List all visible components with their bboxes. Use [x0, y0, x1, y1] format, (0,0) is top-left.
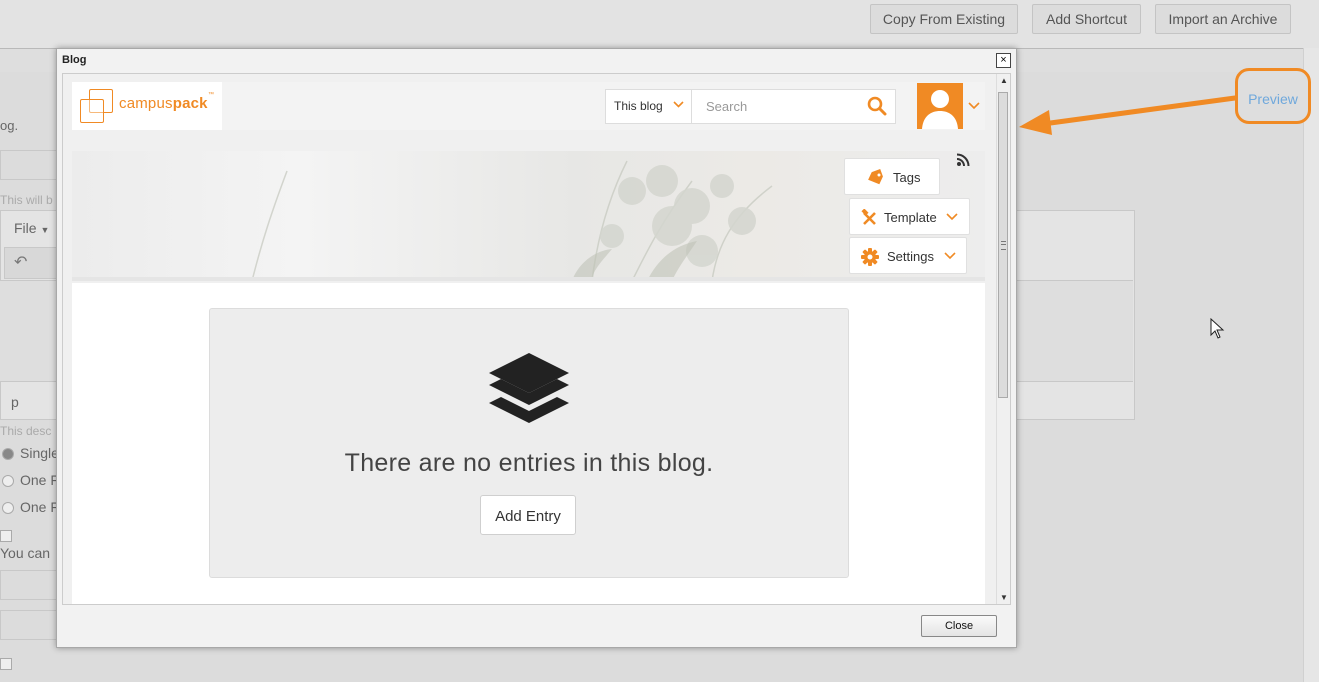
page-scrollbar[interactable] — [1303, 48, 1319, 682]
name-input[interactable] — [0, 150, 62, 180]
undo-icon[interactable]: ↶ — [14, 252, 27, 272]
file-menu[interactable]: File ▼ — [14, 220, 49, 236]
template-dropdown[interactable]: Template — [849, 198, 970, 235]
help-text-fragment: This will b — [0, 193, 53, 207]
user-avatar-icon[interactable] — [917, 83, 963, 129]
blog-frame: campuspack ™ This blog Search Tags Templ… — [62, 73, 1011, 605]
callout-arrow — [1019, 95, 1237, 135]
banner-divider — [72, 277, 985, 281]
empty-state-message: There are no entries in this blog. — [344, 449, 714, 477]
tags-label: Tags — [893, 170, 921, 185]
import-archive-button[interactable]: Import an Archive — [1155, 4, 1291, 34]
preview-link[interactable]: Preview — [1235, 68, 1311, 124]
blog-dialog: Blog × campuspack ™ This blog Search Tag… — [56, 48, 1017, 648]
template-label: Template — [884, 210, 937, 225]
radio-one-b-label: One F — [20, 499, 59, 515]
settings-label: Settings — [887, 249, 934, 264]
tools-icon — [861, 209, 876, 225]
dialog-scrollbar[interactable]: ▲ ▼ — [996, 74, 1010, 604]
logo-square-icon — [80, 99, 104, 123]
chevron-down-icon — [944, 252, 956, 260]
dialog-close-x-button[interactable]: × — [996, 53, 1011, 68]
search-scope-dropdown[interactable]: This blog — [605, 89, 692, 124]
gear-icon — [861, 248, 879, 266]
rss-icon[interactable] — [956, 153, 970, 167]
scroll-up-arrow-icon[interactable]: ▲ — [1000, 76, 1008, 85]
dialog-close-button[interactable]: Close — [921, 615, 997, 637]
field-input-2[interactable] — [0, 610, 62, 640]
radio-one-b[interactable] — [2, 502, 14, 514]
campuspack-logo[interactable]: campuspack ™ — [72, 82, 222, 130]
tag-icon — [868, 169, 883, 185]
field-input-1[interactable] — [0, 570, 62, 600]
settings-dropdown[interactable]: Settings — [849, 237, 967, 274]
radio-single[interactable] — [2, 448, 14, 460]
radio-single-label: Single — [20, 445, 59, 461]
copy-from-existing-button[interactable]: Copy From Existing — [870, 4, 1018, 34]
tags-button[interactable]: Tags — [844, 158, 940, 195]
mouse-cursor-icon — [1210, 318, 1225, 339]
scroll-thumb[interactable] — [998, 92, 1008, 398]
top-toolbar: Copy From Existing Add Shortcut Import a… — [0, 0, 1319, 48]
search-scope-label: This blog — [614, 99, 663, 113]
path-label: p — [11, 394, 19, 410]
layers-icon — [489, 353, 569, 423]
search-field — [691, 89, 896, 124]
chevron-down-icon[interactable] — [968, 100, 980, 112]
search-icon[interactable] — [867, 96, 887, 116]
blog-content-area: There are no entries in this blog. Add E… — [72, 283, 985, 604]
add-shortcut-button[interactable]: Add Shortcut — [1032, 4, 1141, 34]
add-entry-button[interactable]: Add Entry — [480, 495, 576, 535]
radio-one-a[interactable] — [2, 475, 14, 487]
search-input[interactable] — [704, 98, 858, 115]
checkbox-2[interactable] — [0, 658, 12, 670]
empty-state-panel: There are no entries in this blog. Add E… — [209, 308, 849, 578]
campuspack-header: campuspack ™ This blog — [72, 82, 985, 130]
scroll-down-arrow-icon[interactable]: ▼ — [1000, 593, 1008, 602]
description-fragment: og. — [0, 118, 19, 133]
logo-wordmark: campuspack — [119, 95, 208, 112]
checkbox-1[interactable] — [0, 530, 12, 542]
caret-down-icon: ▼ — [40, 225, 50, 235]
logo-trademark: ™ — [208, 92, 214, 98]
chevron-down-icon — [673, 101, 684, 108]
dialog-title: Blog — [62, 54, 87, 66]
chevron-down-icon — [946, 213, 958, 221]
editor-toolbar — [4, 247, 62, 279]
radio-one-a-label: One F — [20, 472, 59, 488]
info-fragment: You can — [0, 545, 51, 561]
help-text-fragment-2: This desc — [0, 424, 52, 438]
file-menu-label: File — [14, 220, 37, 236]
